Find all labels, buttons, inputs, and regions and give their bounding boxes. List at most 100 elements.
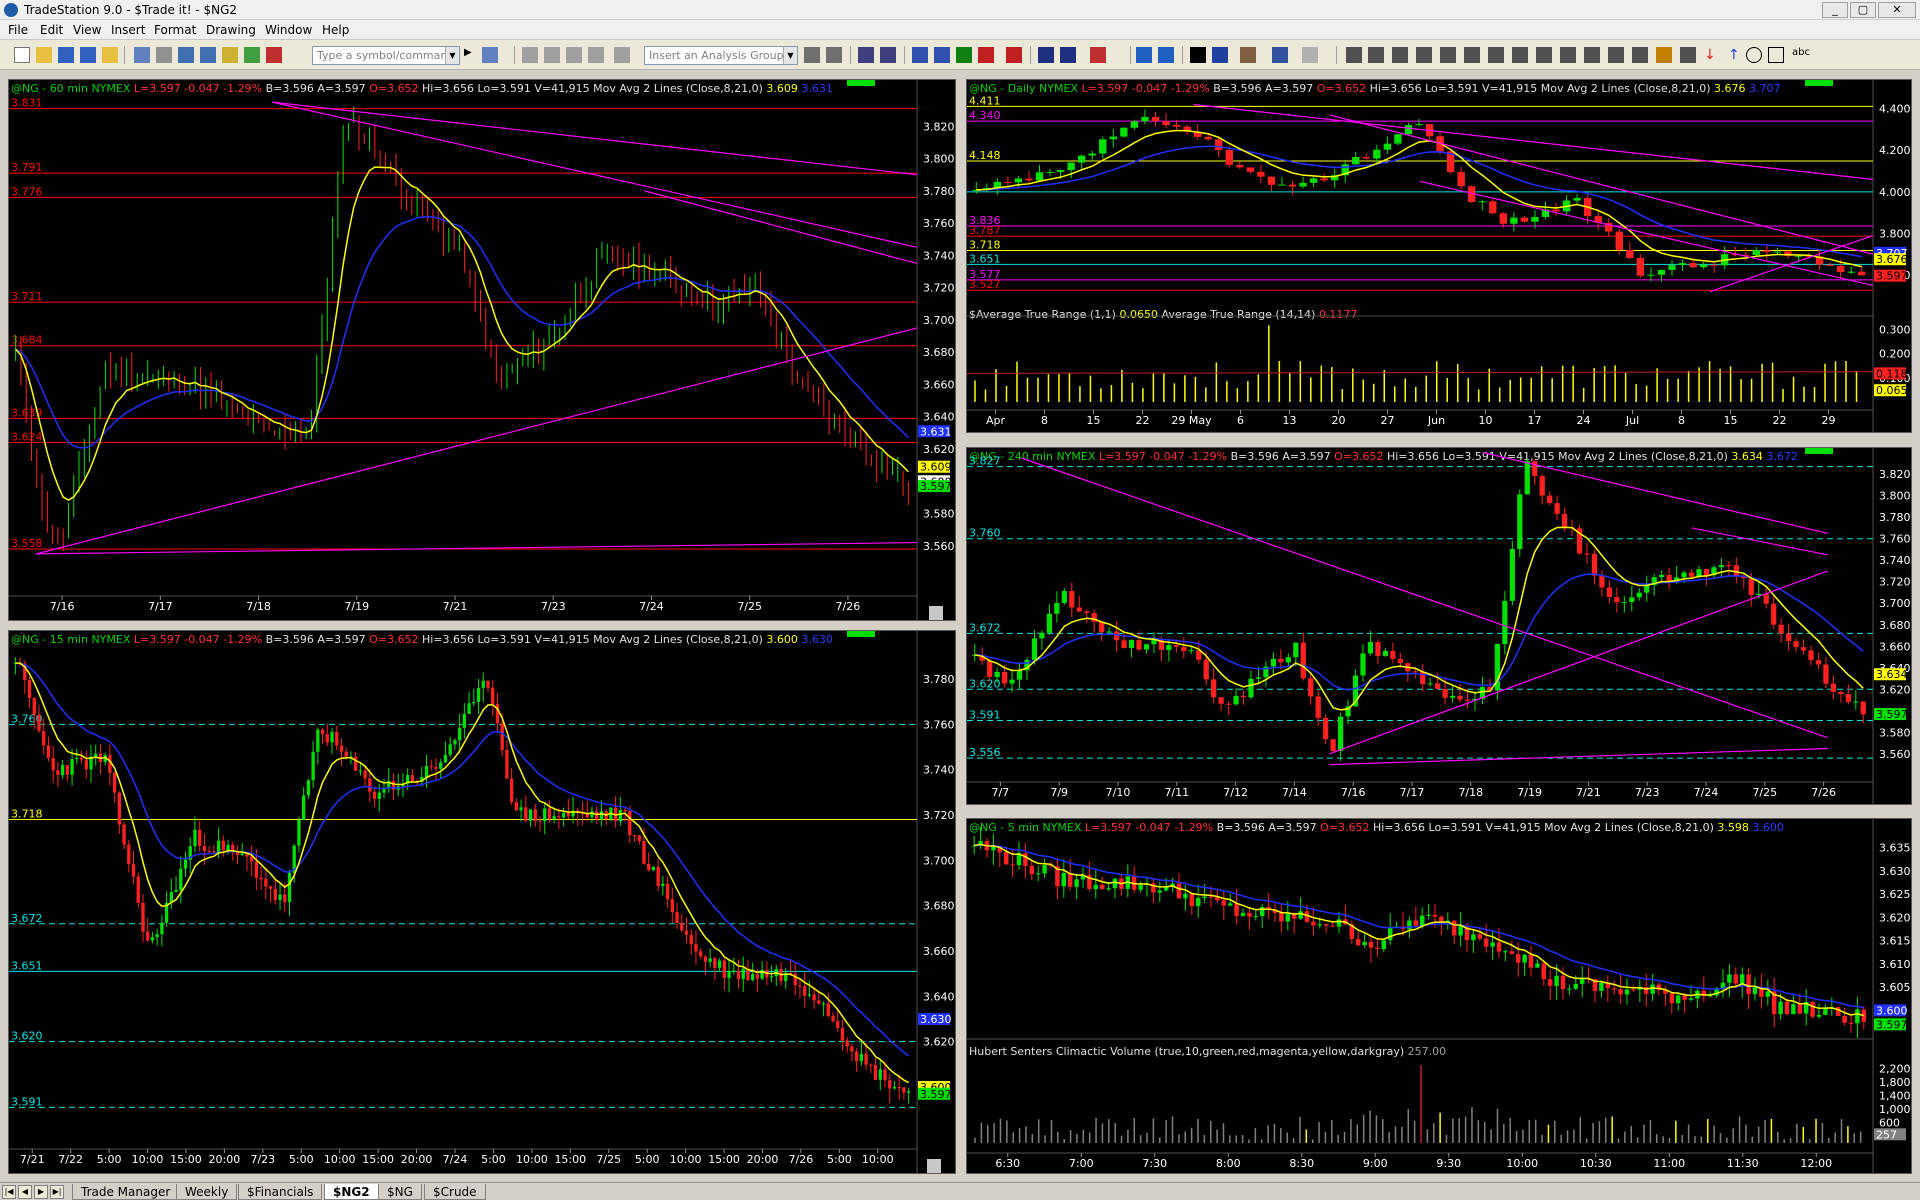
chart-60min-plot[interactable]: 3.820 3.800 3.780 3.760 3.740 3.720 3.700 3.680… <box>9 80 956 621</box>
chart-15min[interactable]: @NG - 15 min NYMEX L=3.597 -0.047 -1.29%… <box>8 630 956 1174</box>
pointer-icon[interactable] <box>1190 47 1206 63</box>
fib-icon[interactable] <box>1416 47 1432 63</box>
bar-icon[interactable] <box>956 47 972 63</box>
print-icon[interactable] <box>156 47 172 63</box>
strategy-icon[interactable] <box>912 47 928 63</box>
menu-edit[interactable]: Edit <box>40 23 63 37</box>
menu-format[interactable]: Format <box>154 23 196 37</box>
chart-daily-plot[interactable]: 4.4004.2004.0003.8003.6004.4114.3404.148… <box>967 80 1912 433</box>
hammer-icon[interactable] <box>1240 47 1256 63</box>
next-tab-button[interactable]: ▶ <box>34 1185 48 1199</box>
chart-daily[interactable]: @NG - Daily NYMEX L=3.597 -0.047 -1.29% … <box>966 79 1912 433</box>
hline-label: 3.776 <box>11 185 43 198</box>
window-icon[interactable] <box>178 47 194 63</box>
data-window-icon[interactable] <box>1272 47 1288 63</box>
maximize-button[interactable]: ▢ <box>1850 2 1876 18</box>
pitchfork-icon[interactable] <box>1512 47 1528 63</box>
lock-icon[interactable] <box>222 47 238 63</box>
chart-5min-plot[interactable]: 3.635 3.630 3.625 3.620 3.615 3.610 3.605 3.600… <box>967 819 1912 1174</box>
tab-weekly[interactable]: Weekly <box>176 1184 238 1200</box>
text-icon[interactable]: abc <box>1792 47 1810 63</box>
go-arrow-icon[interactable]: ▶ <box>464 47 480 63</box>
freehand-icon[interactable] <box>1656 47 1672 63</box>
radar-icon[interactable] <box>544 47 560 63</box>
crosshair-icon[interactable] <box>1212 47 1228 63</box>
horizontal-line-icon[interactable] <box>1392 47 1408 63</box>
price-tag-label: 3.600 <box>1876 1004 1908 1017</box>
analysis-icon-2[interactable] <box>826 47 842 63</box>
position-icon[interactable] <box>1006 47 1022 63</box>
menu-insert[interactable]: Insert <box>111 23 145 37</box>
width-icon[interactable] <box>1560 47 1576 63</box>
tab-ng[interactable]: $NG <box>378 1184 422 1200</box>
first-tab-button[interactable]: |◀ <box>2 1185 16 1199</box>
chart-240min-plot[interactable]: 3.820 3.800 3.780 3.760 3.740 3.720 3.700 3.680… <box>967 448 1912 805</box>
down-arrow-icon[interactable]: ↓ <box>1704 47 1720 63</box>
paintbar-icon[interactable] <box>934 47 950 63</box>
zoom-in-icon[interactable] <box>1136 47 1152 63</box>
channel-icon[interactable] <box>1488 47 1504 63</box>
analysis-icon-1[interactable] <box>804 47 820 63</box>
chart-15min-plot[interactable]: 3.780 3.760 3.740 3.720 3.700 3.680 3.660 3.640… <box>9 631 956 1174</box>
price-candle <box>1606 587 1613 598</box>
save-icon[interactable] <box>58 47 74 63</box>
indicator-icon[interactable] <box>880 47 896 63</box>
y-tick-label: 3.780 <box>1879 511 1911 524</box>
zoom-out-icon[interactable] <box>1158 47 1174 63</box>
new-icon[interactable] <box>14 47 30 63</box>
tab-trade-manager[interactable]: Trade Manager <box>72 1184 180 1200</box>
candle-icon[interactable] <box>978 47 994 63</box>
symbol-lookup-icon[interactable] <box>482 47 498 63</box>
market-icon[interactable] <box>244 47 260 63</box>
vertical-lines-icon[interactable] <box>1368 47 1384 63</box>
menu-help[interactable]: Help <box>322 23 349 37</box>
ellipse-icon[interactable] <box>1746 47 1762 63</box>
minimize-button[interactable]: _ <box>1822 2 1848 18</box>
gann-icon[interactable] <box>1464 47 1480 63</box>
delete-drawing-icon[interactable] <box>1302 47 1318 63</box>
last-tab-button[interactable]: ▶| <box>50 1185 64 1199</box>
window-arrange-icon[interactable] <box>200 47 216 63</box>
price-candle <box>1726 565 1732 567</box>
tab-ng2[interactable]: $NG2 <box>324 1184 379 1200</box>
scale-icon[interactable] <box>1060 47 1076 63</box>
speed-lines-icon[interactable] <box>1536 47 1552 63</box>
trendline-icon[interactable] <box>1346 47 1362 63</box>
chart-240min[interactable]: @NG - 240 min NYMEX L=3.597 -0.047 -1.29… <box>966 447 1912 805</box>
analysis-group-icon[interactable] <box>614 47 630 63</box>
matrix-icon[interactable] <box>566 47 582 63</box>
cycle-icon[interactable] <box>1632 47 1648 63</box>
height-icon[interactable] <box>1584 47 1600 63</box>
folder-icon[interactable] <box>102 47 118 63</box>
rectangle-icon[interactable] <box>1768 47 1784 63</box>
spacing-icon[interactable] <box>1038 47 1054 63</box>
arc-icon[interactable] <box>1440 47 1456 63</box>
analysis-group-select[interactable]: Insert an Analysis Group ▼ <box>644 46 798 65</box>
open-folder-icon[interactable] <box>36 47 52 63</box>
trendline <box>1691 527 1828 556</box>
menu-drawing[interactable]: Drawing <box>206 23 256 37</box>
format-icon[interactable] <box>858 47 874 63</box>
menu-window[interactable]: Window <box>265 23 312 37</box>
price-candle <box>1478 201 1486 203</box>
prev-tab-button[interactable]: ◀ <box>18 1185 32 1199</box>
menu-view[interactable]: View <box>73 23 101 37</box>
menu-file[interactable]: File <box>8 23 28 37</box>
color-icon[interactable] <box>1090 47 1106 63</box>
chart-icon[interactable] <box>522 47 538 63</box>
tab-financials[interactable]: $Financials <box>238 1184 323 1200</box>
tab-crude[interactable]: $Crude <box>424 1184 486 1200</box>
price-candle <box>131 864 136 877</box>
save-all-icon[interactable] <box>80 47 96 63</box>
chart-60min[interactable]: @NG - 60 min NYMEX L=3.597 -0.047 -1.29%… <box>8 79 956 621</box>
symbol-input[interactable]: Type a symbol/command ▼ <box>312 46 460 65</box>
regression-icon[interactable] <box>1608 47 1624 63</box>
curve-icon[interactable] <box>1680 47 1696 63</box>
up-arrow-icon[interactable]: ↑ <box>1728 47 1744 63</box>
close-button[interactable]: ✕ <box>1878 2 1916 18</box>
alert-icon[interactable] <box>266 47 282 63</box>
price-candle <box>1234 903 1239 917</box>
options-icon[interactable] <box>588 47 604 63</box>
chart-5min[interactable]: @NG - 5 min NYMEX L=3.597 -0.047 -1.29% … <box>966 818 1912 1174</box>
print-preview-icon[interactable] <box>134 47 150 63</box>
